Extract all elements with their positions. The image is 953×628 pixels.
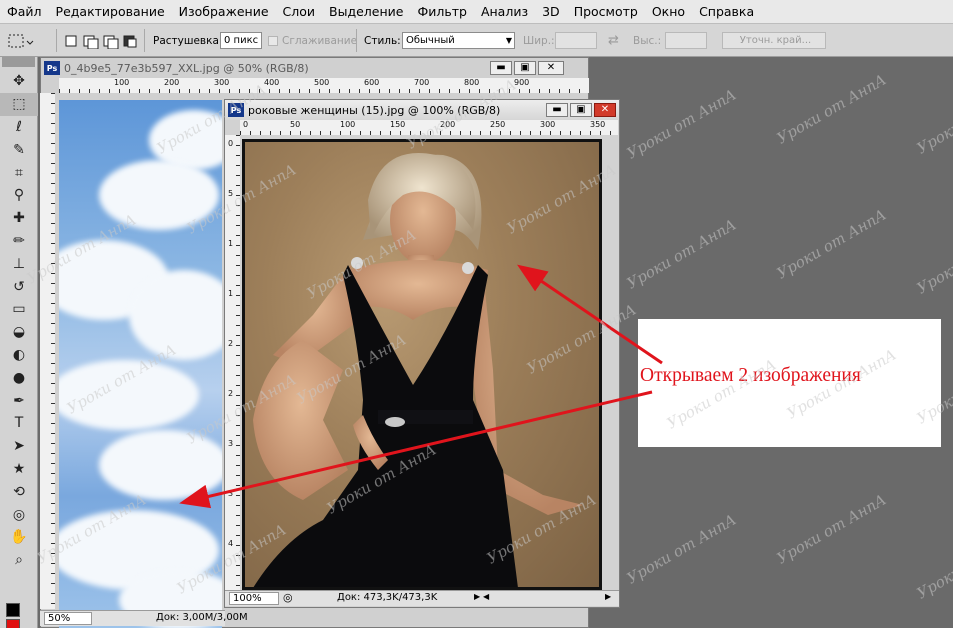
arrow-to-photo <box>517 264 663 365</box>
annotation-arrows <box>179 264 663 509</box>
arrow-to-sky <box>179 390 653 509</box>
